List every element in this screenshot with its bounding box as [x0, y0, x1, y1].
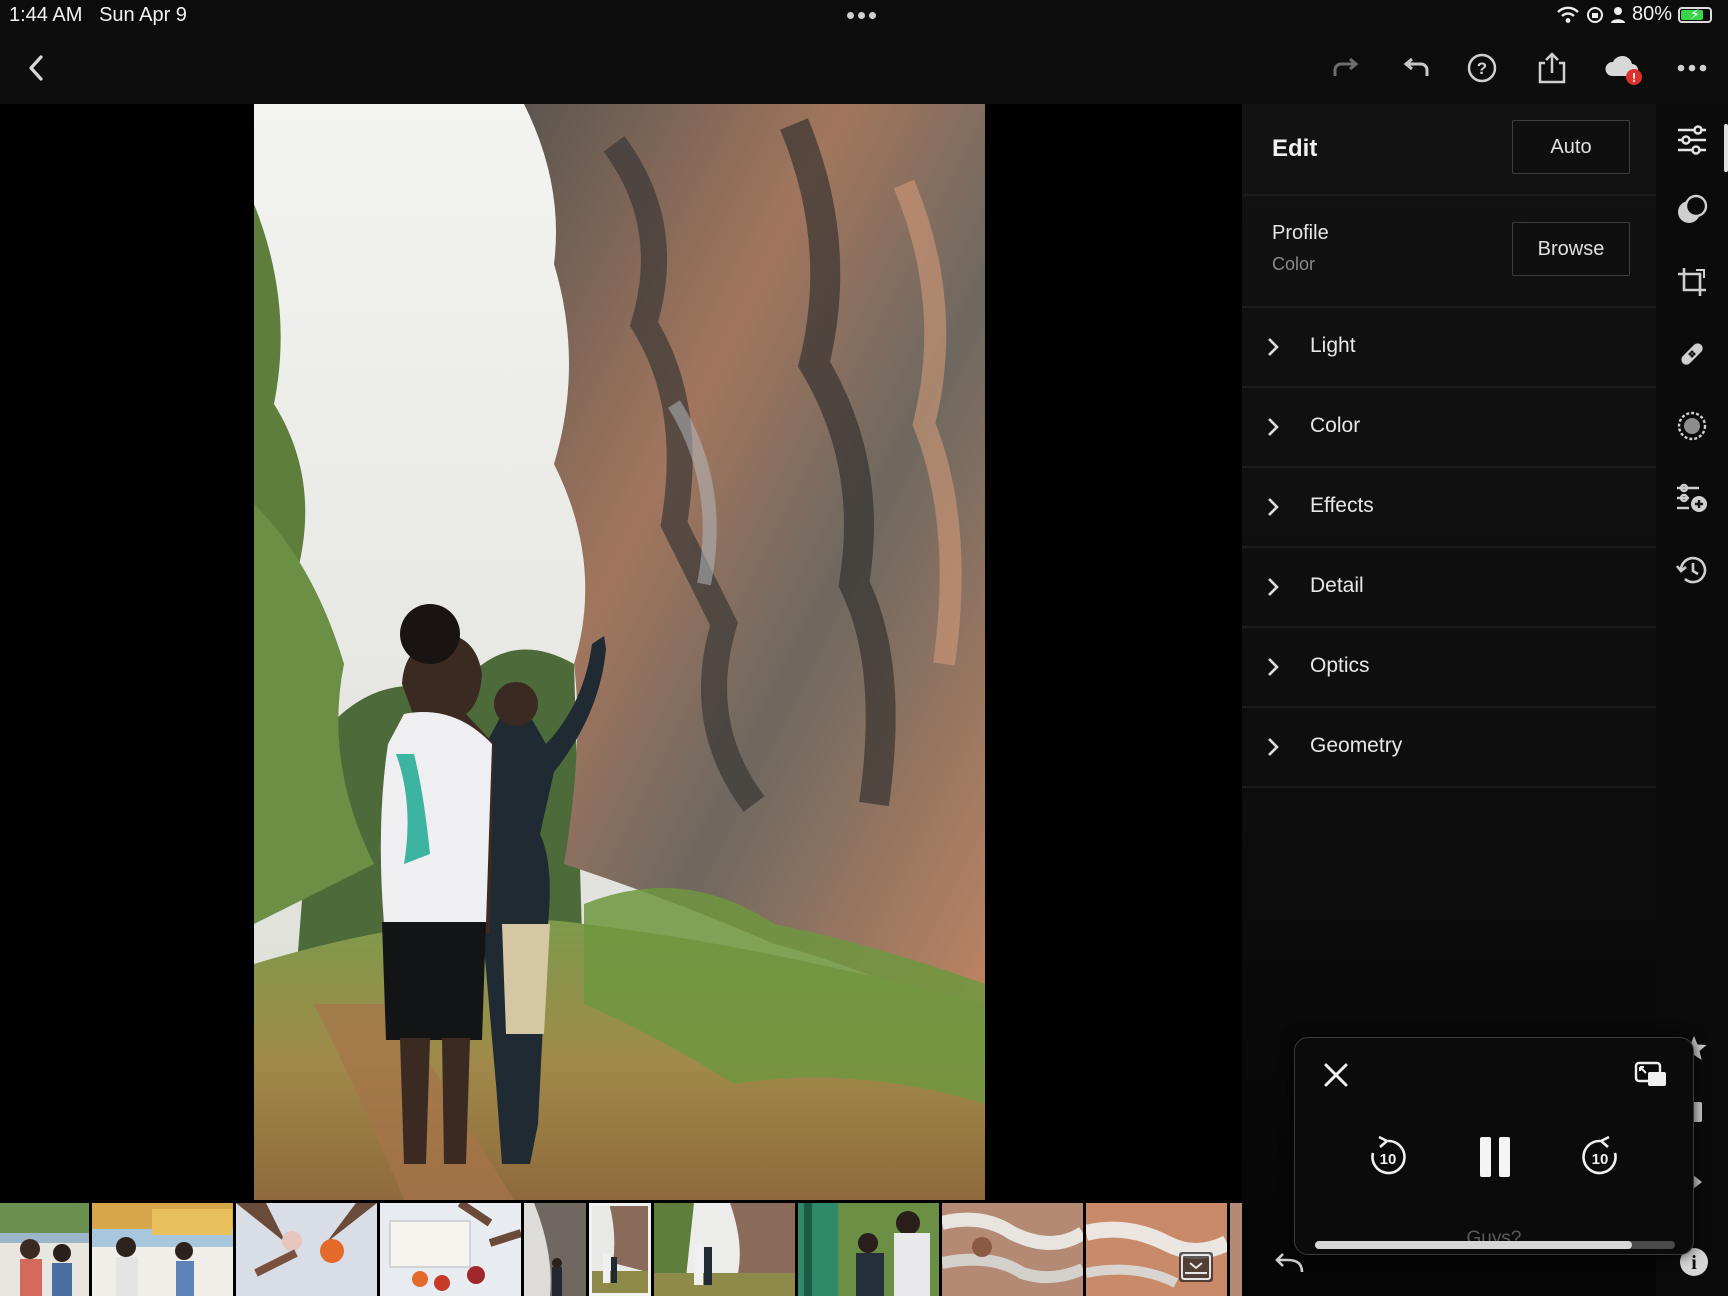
- screen-lock-rotation-icon: [1586, 6, 1603, 23]
- video-progress-bar[interactable]: [1315, 1241, 1675, 1249]
- thumbnail[interactable]: [524, 1203, 586, 1296]
- battery-charging-icon: ⚡: [1678, 5, 1712, 23]
- photo-canvas[interactable]: [0, 104, 1242, 1200]
- edit-header: Edit Auto: [1242, 104, 1656, 196]
- back-chevron-icon[interactable]: [18, 50, 54, 86]
- top-toolbar: ? !: [0, 32, 1728, 104]
- filmstrip: [0, 1203, 1242, 1296]
- profile-value: Color: [1272, 254, 1316, 274]
- auto-button[interactable]: Auto: [1512, 120, 1630, 174]
- edit-sliders-icon[interactable]: [1674, 122, 1710, 158]
- section-label: Detail: [1310, 574, 1364, 597]
- section-label: Effects: [1310, 494, 1374, 517]
- section-label: Optics: [1310, 654, 1370, 677]
- thumbnail[interactable]: [92, 1203, 233, 1296]
- battery-percent: 80%: [1631, 3, 1672, 25]
- skip-back-label: 10: [1380, 1151, 1397, 1168]
- skip-back-10-icon[interactable]: 10: [1365, 1134, 1411, 1180]
- pip-expand-icon[interactable]: [1631, 1056, 1671, 1094]
- chevron-right-icon: [1268, 658, 1279, 676]
- svg-text:?: ?: [1477, 59, 1487, 78]
- panel-title: Edit: [1272, 135, 1318, 162]
- chevron-right-icon: [1268, 418, 1279, 436]
- close-icon[interactable]: [1317, 1056, 1355, 1094]
- selected-tool-indicator: [1724, 124, 1728, 172]
- clock-time: 1:44 AM: [9, 4, 83, 26]
- history-icon[interactable]: [1674, 552, 1710, 588]
- status-bar: 1:44 AM Sun Apr 9 80% ⚡: [0, 0, 1728, 32]
- versions-icon[interactable]: [1674, 480, 1710, 516]
- section-color[interactable]: Color: [1242, 388, 1656, 468]
- section-label: Color: [1310, 414, 1361, 437]
- skip-forward-10-icon[interactable]: 10: [1577, 1134, 1623, 1180]
- svg-text:i: i: [1691, 1252, 1697, 1274]
- clock-date: Sun Apr 9: [99, 4, 187, 26]
- profile-row: Profile Color Browse: [1242, 196, 1656, 308]
- thumbnail[interactable]: [1230, 1203, 1242, 1296]
- thumbnail[interactable]: [1086, 1203, 1227, 1296]
- crop-icon[interactable]: [1674, 264, 1710, 300]
- person-icon: [1610, 6, 1625, 23]
- healing-bandage-icon[interactable]: [1674, 336, 1710, 372]
- section-detail[interactable]: Detail: [1242, 548, 1656, 628]
- status-indicators: 80% ⚡: [1556, 3, 1712, 26]
- multitasking-dots-icon[interactable]: [845, 6, 878, 24]
- thumbnail[interactable]: [942, 1203, 1083, 1296]
- share-icon[interactable]: [1534, 50, 1570, 86]
- thumbnail[interactable]: [380, 1203, 521, 1296]
- thumbnail[interactable]: [798, 1203, 939, 1296]
- thumbnail[interactable]: [236, 1203, 377, 1296]
- masking-icon[interactable]: [1674, 408, 1710, 444]
- thumbnail[interactable]: [0, 1203, 89, 1296]
- profile-label: Profile: [1272, 222, 1329, 244]
- chevron-right-icon: [1268, 498, 1279, 516]
- filmstrip-toggle-icon[interactable]: [1179, 1252, 1213, 1282]
- video-pip[interactable]: 10 10 Guys?: [1294, 1037, 1694, 1255]
- section-label: Light: [1310, 334, 1356, 357]
- browse-button[interactable]: Browse: [1512, 222, 1630, 276]
- section-label: Geometry: [1310, 734, 1403, 757]
- more-icon[interactable]: [1674, 50, 1710, 86]
- thumbnail-selected[interactable]: [589, 1203, 651, 1296]
- chevron-right-icon: [1268, 578, 1279, 596]
- thumbnail[interactable]: [654, 1203, 795, 1296]
- main-photo[interactable]: [254, 104, 985, 1200]
- pause-icon[interactable]: [1471, 1132, 1519, 1182]
- cloud-sync-error-icon[interactable]: !: [1602, 50, 1646, 86]
- section-optics[interactable]: Optics: [1242, 628, 1656, 708]
- status-time: 1:44 AM Sun Apr 9: [9, 4, 187, 27]
- chevron-right-icon: [1268, 338, 1279, 356]
- redo-icon[interactable]: [1328, 50, 1364, 86]
- help-icon[interactable]: ?: [1464, 50, 1500, 86]
- presets-icon[interactable]: [1674, 192, 1710, 228]
- chevron-right-icon: [1268, 738, 1279, 756]
- section-geometry[interactable]: Geometry: [1242, 708, 1656, 788]
- section-light[interactable]: Light: [1242, 308, 1656, 388]
- cloud-alert-text: !: [1632, 70, 1636, 85]
- charging-bolt-icon: ⚡: [1690, 5, 1700, 22]
- wifi-icon: [1557, 6, 1579, 23]
- video-progress-fill: [1315, 1241, 1632, 1249]
- skip-forward-label: 10: [1592, 1151, 1609, 1168]
- section-effects[interactable]: Effects: [1242, 468, 1656, 548]
- undo-icon[interactable]: [1398, 50, 1434, 86]
